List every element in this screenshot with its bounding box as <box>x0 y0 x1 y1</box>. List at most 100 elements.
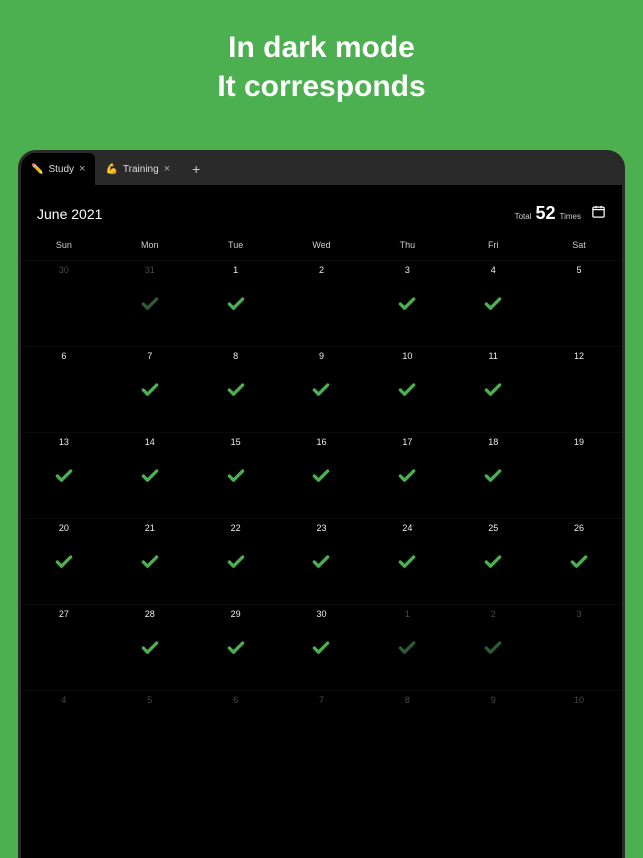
calendar-cell[interactable]: 8 <box>193 346 279 432</box>
calendar-cell[interactable]: 22 <box>193 518 279 604</box>
calendar-cell[interactable]: 20 <box>21 518 107 604</box>
day-number: 1 <box>193 261 279 275</box>
day-number: 23 <box>279 519 365 533</box>
calendar-cell[interactable]: 19 <box>536 432 622 518</box>
calendar-cell[interactable]: 15 <box>193 432 279 518</box>
calendar-cell[interactable]: 5 <box>536 260 622 346</box>
promo-line-1: In dark mode <box>0 28 643 67</box>
checkmark-icon <box>569 552 589 572</box>
calendar-cell[interactable]: 4 <box>21 690 107 776</box>
day-number: 1 <box>364 605 450 619</box>
day-number: 12 <box>536 347 622 361</box>
calendar-cell[interactable]: 17 <box>364 432 450 518</box>
calendar-cell[interactable]: 4 <box>450 260 536 346</box>
calendar-cell[interactable]: 26 <box>536 518 622 604</box>
weekday-label: Sat <box>536 230 622 260</box>
calendar-cell[interactable]: 6 <box>193 690 279 776</box>
calendar-cell[interactable]: 16 <box>279 432 365 518</box>
promo-line-2: It corresponds <box>0 67 643 106</box>
promo-headline: In dark mode It corresponds <box>0 0 643 106</box>
add-tab-button[interactable]: + <box>180 161 212 177</box>
day-number: 7 <box>107 347 193 361</box>
tab-emoji-icon: 💪 <box>105 164 117 175</box>
tab-label: Training <box>123 164 159 175</box>
day-number: 6 <box>21 347 107 361</box>
calendar-header: June 2021 Total 52 Times <box>21 185 622 230</box>
calendar-grid: 3031123456789101112131415161718192021222… <box>21 260 622 776</box>
weekday-label: Tue <box>193 230 279 260</box>
calendar-cell[interactable]: 3 <box>364 260 450 346</box>
tab-study[interactable]: ✏️Study× <box>21 153 95 185</box>
calendar-cell[interactable]: 10 <box>364 346 450 432</box>
checkmark-icon <box>140 552 160 572</box>
calendar-cell[interactable]: 13 <box>21 432 107 518</box>
calendar-cell[interactable]: 23 <box>279 518 365 604</box>
close-icon[interactable]: × <box>164 163 170 175</box>
calendar-cell[interactable]: 30 <box>21 260 107 346</box>
close-icon[interactable]: × <box>79 163 85 175</box>
calendar-cell[interactable]: 29 <box>193 604 279 690</box>
calendar-cell[interactable]: 1 <box>193 260 279 346</box>
calendar-cell[interactable]: 9 <box>450 690 536 776</box>
checkmark-icon <box>226 380 246 400</box>
calendar-icon[interactable] <box>591 204 606 221</box>
checkmark-icon <box>397 294 417 314</box>
weekday-label: Thu <box>364 230 450 260</box>
calendar-cell[interactable]: 11 <box>450 346 536 432</box>
checkmark-icon <box>311 380 331 400</box>
day-number: 30 <box>279 605 365 619</box>
calendar-cell[interactable]: 9 <box>279 346 365 432</box>
checkmark-icon <box>397 466 417 486</box>
calendar-cell[interactable]: 12 <box>536 346 622 432</box>
checkmark-icon <box>483 380 503 400</box>
day-number: 31 <box>107 261 193 275</box>
calendar-cell[interactable]: 1 <box>364 604 450 690</box>
calendar-cell[interactable]: 24 <box>364 518 450 604</box>
device-frame: ✏️Study× 💪 Training × + June 2021 Total 52 … <box>18 150 625 858</box>
day-number: 18 <box>450 433 536 447</box>
checkmark-icon <box>483 552 503 572</box>
day-number: 3 <box>364 261 450 275</box>
tab-bar: ✏️Study× 💪 Training × + <box>21 153 622 185</box>
calendar-cell[interactable]: 6 <box>21 346 107 432</box>
checkmark-icon <box>397 552 417 572</box>
checkmark-icon <box>226 466 246 486</box>
tab-emoji-icon: ✏️ <box>31 164 43 175</box>
calendar-cell[interactable]: 7 <box>279 690 365 776</box>
day-number: 9 <box>279 347 365 361</box>
tab-training[interactable]: 💪 Training × <box>95 153 180 185</box>
checkmark-icon <box>311 466 331 486</box>
weekday-label: Sun <box>21 230 107 260</box>
calendar-cell[interactable]: 2 <box>450 604 536 690</box>
checkmark-icon <box>226 552 246 572</box>
calendar-cell[interactable]: 5 <box>107 690 193 776</box>
calendar-cell[interactable]: 10 <box>536 690 622 776</box>
calendar-cell[interactable]: 21 <box>107 518 193 604</box>
day-number: 14 <box>107 433 193 447</box>
calendar-cell[interactable]: 31 <box>107 260 193 346</box>
calendar-cell[interactable]: 7 <box>107 346 193 432</box>
calendar-cell[interactable]: 8 <box>364 690 450 776</box>
day-number: 16 <box>279 433 365 447</box>
calendar-cell[interactable]: 28 <box>107 604 193 690</box>
checkmark-icon <box>397 380 417 400</box>
day-number: 8 <box>364 691 450 705</box>
calendar-cell[interactable]: 14 <box>107 432 193 518</box>
day-number: 11 <box>450 347 536 361</box>
checkmark-icon <box>483 294 503 314</box>
day-number: 2 <box>450 605 536 619</box>
day-number: 7 <box>279 691 365 705</box>
calendar-cell[interactable]: 25 <box>450 518 536 604</box>
calendar-cell[interactable]: 2 <box>279 260 365 346</box>
calendar-cell[interactable]: 27 <box>21 604 107 690</box>
checkmark-icon <box>311 638 331 658</box>
checkmark-icon <box>226 638 246 658</box>
calendar-cell[interactable]: 3 <box>536 604 622 690</box>
calendar-cell[interactable]: 18 <box>450 432 536 518</box>
calendar-cell[interactable]: 30 <box>279 604 365 690</box>
day-number: 29 <box>193 605 279 619</box>
day-number: 5 <box>536 261 622 275</box>
checkmark-icon <box>483 638 503 658</box>
day-number: 4 <box>21 691 107 705</box>
day-number: 17 <box>364 433 450 447</box>
